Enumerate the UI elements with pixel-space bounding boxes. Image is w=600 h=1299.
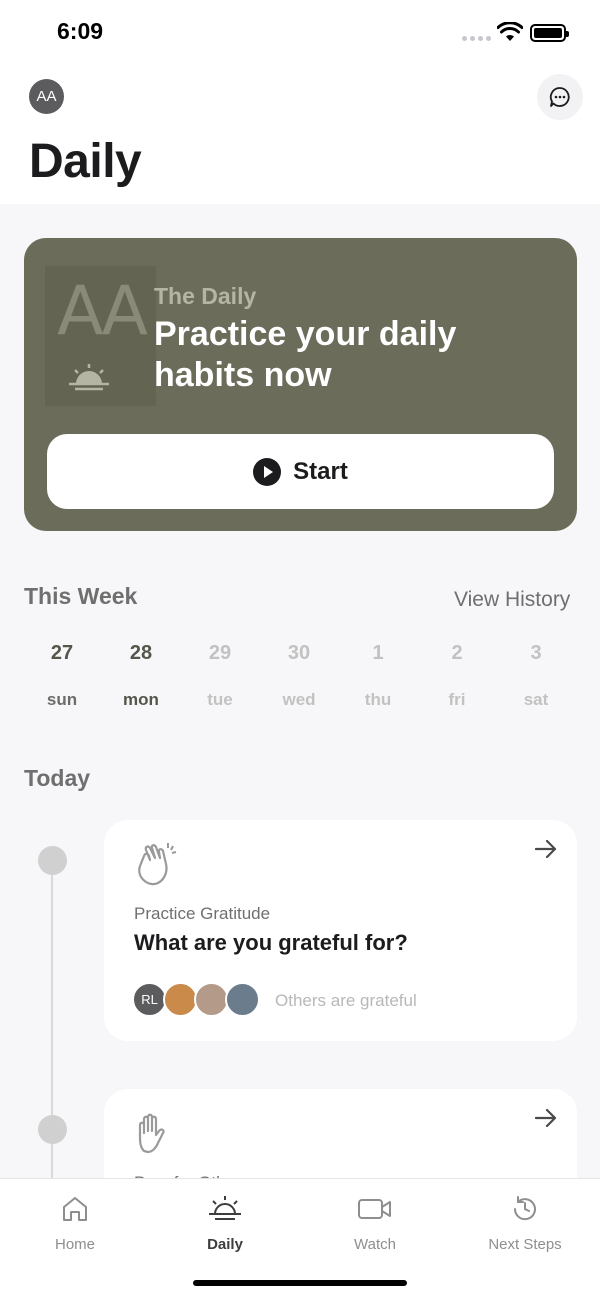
hero-subtitle: The Daily bbox=[154, 283, 257, 309]
day-name: tue bbox=[207, 690, 233, 709]
status-bar: 6:09 bbox=[0, 0, 600, 66]
tab-next-steps[interactable]: Next Steps bbox=[465, 1193, 585, 1253]
day-name: mon bbox=[123, 690, 159, 709]
tab-label: Home bbox=[54, 1236, 95, 1253]
timeline-dot bbox=[38, 1115, 67, 1144]
day-name: sat bbox=[523, 690, 549, 709]
day-name: sun bbox=[46, 690, 78, 709]
day-number: 1 bbox=[372, 642, 384, 664]
arrow-right-icon[interactable] bbox=[535, 1109, 557, 1127]
tab-daily[interactable]: Daily bbox=[165, 1193, 285, 1253]
day-number: 30 bbox=[287, 642, 311, 664]
arrow-right-icon[interactable] bbox=[535, 840, 557, 858]
today-section-title: Today bbox=[24, 765, 91, 791]
start-button[interactable]: Start bbox=[47, 434, 554, 509]
status-time: 6:09 bbox=[57, 18, 104, 44]
wifi-icon bbox=[497, 22, 523, 41]
timeline-dot bbox=[38, 846, 67, 875]
week-day-thu[interactable]: 1 thu bbox=[339, 642, 417, 710]
gratitude-card[interactable]: Practice Gratitude What are you grateful… bbox=[104, 820, 577, 1041]
sunrise-icon bbox=[209, 1196, 241, 1220]
tab-label: Daily bbox=[207, 1236, 243, 1253]
play-icon bbox=[253, 457, 282, 486]
chat-bubble-icon bbox=[549, 87, 570, 107]
day-number: 3 bbox=[530, 642, 542, 664]
daily-logo: AA bbox=[45, 266, 156, 406]
cellular-signal-icon bbox=[462, 36, 491, 41]
avatar[interactable]: AA bbox=[29, 79, 64, 114]
history-clock-icon bbox=[513, 1196, 536, 1221]
raised-hand-icon bbox=[138, 1113, 165, 1154]
day-name: fri bbox=[448, 690, 466, 709]
day-name: thu bbox=[364, 690, 392, 709]
tab-home[interactable]: Home bbox=[15, 1193, 135, 1253]
tab-label: Next Steps bbox=[488, 1236, 562, 1253]
page-title: Daily bbox=[29, 135, 142, 188]
start-label: Start bbox=[293, 457, 348, 485]
clapping-hands-icon bbox=[138, 843, 177, 886]
avatar bbox=[194, 982, 229, 1017]
day-name: wed bbox=[282, 690, 316, 709]
week-day-wed[interactable]: 30 wed bbox=[260, 642, 338, 710]
battery-icon bbox=[530, 24, 569, 42]
participant-avatars: RL bbox=[132, 982, 260, 1017]
chat-button[interactable] bbox=[537, 74, 583, 120]
others-text: Others are grateful bbox=[275, 991, 417, 1010]
week-day-tue[interactable]: 29 tue bbox=[181, 642, 259, 710]
header: AA Daily bbox=[0, 66, 600, 204]
week-day-mon[interactable]: 28 mon bbox=[102, 642, 180, 710]
day-number: 27 bbox=[50, 642, 74, 664]
logo-text: AA bbox=[57, 272, 148, 351]
home-icon bbox=[63, 1197, 87, 1221]
week-day-fri[interactable]: 2 fri bbox=[418, 642, 496, 710]
view-history-link[interactable]: View History bbox=[454, 588, 570, 612]
tab-watch[interactable]: Watch bbox=[315, 1193, 435, 1253]
daily-hero-card[interactable]: AA The Daily Practice your daily habits … bbox=[24, 238, 577, 531]
avatar bbox=[163, 982, 198, 1017]
day-number: 28 bbox=[129, 642, 153, 664]
sunrise-icon bbox=[69, 364, 109, 391]
card-subtitle: Practice Gratitude bbox=[134, 904, 271, 923]
week-section-title: This Week bbox=[24, 583, 138, 609]
avatar: RL bbox=[132, 982, 167, 1017]
tab-label: Watch bbox=[354, 1236, 396, 1253]
day-number: 2 bbox=[451, 642, 463, 664]
week-day-sun[interactable]: 27 sun bbox=[23, 642, 101, 710]
avatar bbox=[225, 982, 260, 1017]
card-title: What are you grateful for? bbox=[134, 930, 408, 955]
hero-title: Practice your daily habits now bbox=[154, 315, 457, 394]
day-number: 29 bbox=[208, 642, 232, 664]
video-camera-icon bbox=[358, 1199, 391, 1219]
week-day-sat[interactable]: 3 sat bbox=[497, 642, 575, 710]
home-indicator bbox=[193, 1280, 407, 1286]
